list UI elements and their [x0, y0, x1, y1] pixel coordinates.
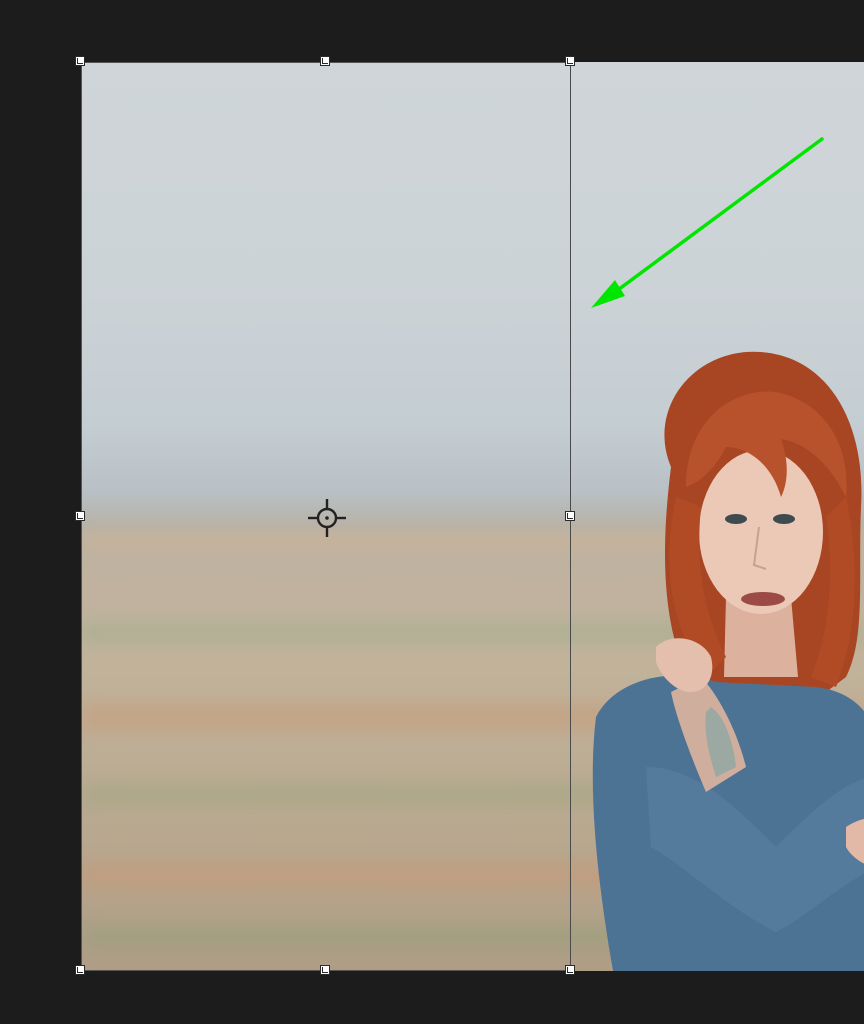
crosshair-icon[interactable] — [308, 499, 346, 537]
subject-figure — [592, 351, 864, 971]
handle-bottom-left[interactable] — [75, 965, 85, 975]
handle-top-center[interactable] — [320, 56, 330, 66]
handle-middle-left[interactable] — [75, 511, 85, 521]
handle-top-left[interactable] — [75, 56, 85, 66]
green-arrow-icon — [591, 137, 824, 308]
canvas-area[interactable] — [0, 0, 864, 1024]
handle-middle-right[interactable] — [565, 511, 575, 521]
handle-bottom-center[interactable] — [320, 965, 330, 975]
handle-bottom-right[interactable] — [565, 965, 575, 975]
handle-top-right[interactable] — [565, 56, 575, 66]
